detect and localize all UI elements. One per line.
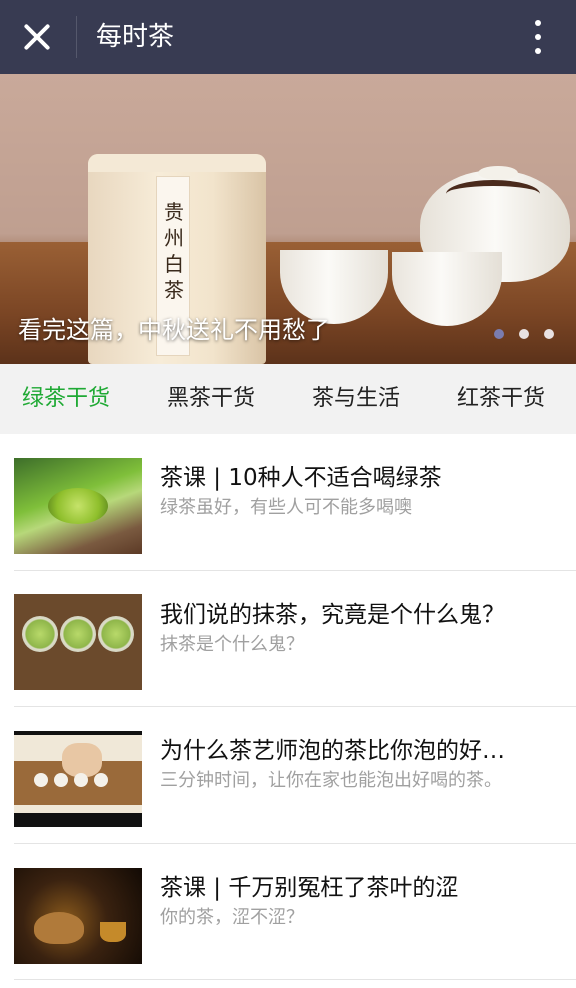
list-item[interactable]: 茶课 | 千万别冤枉了茶叶的涩 你的茶，涩不涩？ — [0, 844, 576, 980]
category-tabs: 绿茶干货 黑茶干货 茶与生活 红茶干货 — [0, 364, 576, 434]
article-description: 三分钟时间，让你在家也能泡出好喝的茶。 — [160, 770, 502, 791]
carousel-dot[interactable] — [544, 329, 554, 339]
article-title[interactable]: 茶课 | 千万别冤枉了茶叶的涩 — [160, 872, 556, 904]
can-label-text: 贵州白茶 — [164, 200, 184, 302]
top-bar: 每时茶 — [0, 0, 576, 74]
divider — [76, 16, 77, 58]
carousel-dot[interactable] — [493, 329, 504, 339]
banner-caption[interactable]: 看完这篇，中秋送礼不用愁了 — [18, 310, 330, 345]
tab-green-tea[interactable]: 绿茶干货 — [22, 364, 110, 434]
tab-tea-life[interactable]: 茶与生活 — [312, 364, 400, 434]
article-description: 抹茶是个什么鬼？ — [160, 634, 304, 655]
teapot-lid — [478, 166, 518, 180]
close-icon[interactable] — [14, 14, 60, 60]
carousel-dot[interactable] — [518, 329, 529, 339]
teapot-handle — [446, 180, 540, 208]
list-item[interactable]: 我们说的抹茶，究竟是个什么鬼？ 抹茶是个什么鬼？ — [0, 571, 576, 707]
article-thumbnail — [14, 731, 142, 827]
article-title[interactable]: 茶课 | 10种人不适合喝绿茶 — [160, 462, 556, 494]
article-thumbnail — [14, 594, 142, 690]
article-thumbnail — [14, 458, 142, 554]
list-item[interactable]: 为什么茶艺师泡的茶比你泡的好… 三分钟时间，让你在家也能泡出好喝的茶。 — [0, 707, 576, 844]
carousel-dots — [484, 324, 554, 343]
article-description: 绿茶虽好，有些人可不能多喝噢 — [160, 497, 412, 518]
page-title: 每时茶 — [96, 22, 175, 52]
more-vertical-icon[interactable] — [520, 14, 556, 60]
banner-carousel[interactable]: 贵州白茶 看完这篇，中秋送礼不用愁了 — [0, 74, 576, 364]
article-title[interactable]: 为什么茶艺师泡的茶比你泡的好… — [160, 735, 556, 767]
tab-black-tea[interactable]: 红茶干货 — [457, 364, 545, 434]
list-item[interactable]: 茶课 | 10种人不适合喝绿茶 绿茶虽好，有些人可不能多喝噢 — [0, 434, 576, 571]
divider — [14, 979, 576, 980]
tab-dark-tea[interactable]: 黑茶干货 — [167, 364, 255, 434]
article-thumbnail — [14, 868, 142, 964]
article-title[interactable]: 我们说的抹茶，究竟是个什么鬼？ — [160, 599, 556, 631]
article-description: 你的茶，涩不涩？ — [160, 907, 304, 928]
